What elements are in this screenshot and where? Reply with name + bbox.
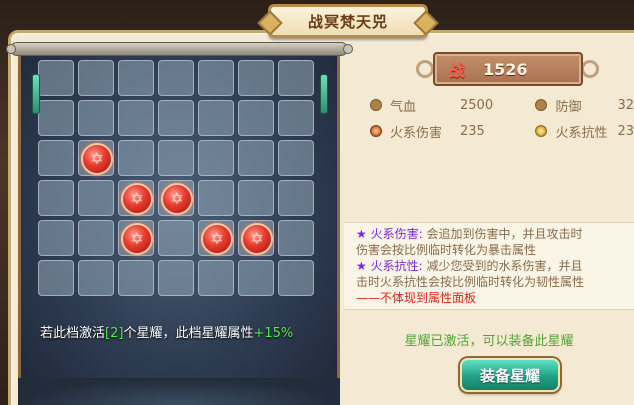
- star-slot[interactable]: [198, 100, 234, 136]
- star-slot[interactable]: [38, 180, 74, 216]
- star-slot[interactable]: [38, 140, 74, 176]
- star-slot[interactable]: ✡: [78, 140, 114, 176]
- cloud-base: [18, 378, 340, 405]
- stat-value: 32: [617, 97, 634, 113]
- desc-line: ★ 火系伤害: 会追加到伤害中，并且攻击时: [356, 226, 634, 242]
- desc-line: 伤害会按比例临时转化为暴击属性: [356, 243, 537, 257]
- power-value: 1526: [483, 59, 528, 79]
- activation-status: 星耀已激活，可以装备此星耀: [404, 334, 574, 349]
- activation-caption: 若此档激活[2]个星耀，此档星耀属性+15%: [40, 322, 330, 341]
- star-slot[interactable]: [78, 100, 114, 136]
- star-slot[interactable]: [238, 100, 274, 136]
- star-slot[interactable]: [78, 180, 114, 216]
- star-slot[interactable]: [118, 100, 154, 136]
- rod-cap-right: [343, 44, 353, 54]
- star-slot[interactable]: ✡: [118, 220, 154, 256]
- shield-icon: [535, 99, 548, 111]
- stat-row: 气血 2500 防御 32: [370, 92, 634, 118]
- star-slot[interactable]: [198, 60, 234, 96]
- star-slot[interactable]: [198, 180, 234, 216]
- plate-ornament-left: [416, 60, 434, 78]
- star-slot[interactable]: [278, 140, 314, 176]
- plate-ornament-right: [581, 60, 599, 78]
- star-slot[interactable]: [118, 260, 154, 296]
- stat-label: 防御: [555, 99, 582, 115]
- jade-ornament-left: [32, 74, 40, 114]
- star-slot[interactable]: [118, 60, 154, 96]
- stat-value: 23: [617, 123, 634, 139]
- caption-bonus: +15%: [253, 326, 294, 341]
- caption-count: [2]: [105, 326, 124, 341]
- star-grid: ✡ ✡ ✡ ✡ ✡ ✡: [38, 60, 314, 296]
- power-label: 战: [449, 61, 466, 80]
- desc-line: ★ 火系抗性: 减少您受到的水系伤害，并且: [356, 258, 634, 274]
- fire-resist-icon: [535, 125, 548, 137]
- star-slot[interactable]: [118, 140, 154, 176]
- star-gem-icon: ✡: [81, 143, 113, 175]
- star-slot[interactable]: [278, 100, 314, 136]
- fire-icon: [370, 125, 382, 137]
- caption-middle: 个星耀，此档星耀属性: [123, 326, 254, 341]
- star-slot[interactable]: [278, 260, 314, 296]
- stat-row: 火系伤害 235 火系抗性 23: [370, 118, 634, 144]
- star-slot[interactable]: ✡: [198, 220, 234, 256]
- stats-block: 气血 2500 防御 32 火系伤害 235 火系抗性 23: [370, 92, 634, 144]
- star-gem-icon: ✡: [121, 183, 153, 215]
- star-slot[interactable]: [278, 220, 314, 256]
- desc-note: ——不体现到属性面板: [356, 291, 477, 305]
- star-slot[interactable]: [238, 140, 274, 176]
- star-slot[interactable]: [158, 220, 194, 256]
- rod-cap-left: [6, 44, 16, 54]
- panel-title: 战冥梵天兕: [307, 12, 388, 31]
- star-slot[interactable]: [158, 260, 194, 296]
- desc-title-fire-resist: ★ 火系抗性:: [356, 259, 423, 273]
- star-slot[interactable]: [78, 260, 114, 296]
- star-slot[interactable]: [158, 140, 194, 176]
- star-slot[interactable]: ✡: [238, 220, 274, 256]
- stat-label: 火系伤害: [390, 125, 443, 141]
- star-slot[interactable]: [158, 60, 194, 96]
- star-slot[interactable]: [278, 180, 314, 216]
- star-slot[interactable]: [238, 260, 274, 296]
- star-gem-icon: ✡: [201, 223, 233, 255]
- attribute-description: ★ 火系伤害: 会追加到伤害中，并且攻击时 伤害会按比例临时转化为暴击属性 ★ …: [344, 222, 634, 310]
- star-gem-icon: ✡: [121, 223, 153, 255]
- stat-hp: 气血 2500: [370, 96, 535, 115]
- star-slot[interactable]: [198, 260, 234, 296]
- stat-defense: 防御 32: [535, 96, 634, 115]
- desc-title-fire-damage: ★ 火系伤害:: [356, 227, 423, 241]
- jade-ornament-right: [320, 74, 328, 114]
- star-slot[interactable]: [78, 220, 114, 256]
- stat-value: 2500: [460, 97, 494, 113]
- stat-fire-damage: 火系伤害 235: [370, 122, 535, 141]
- star-slot[interactable]: [38, 100, 74, 136]
- title-banner: 战冥梵天兕: [268, 4, 428, 38]
- star-gem-icon: ✡: [161, 183, 193, 215]
- star-gem-icon: ✡: [241, 223, 273, 255]
- scroll-rod: [10, 42, 348, 56]
- star-slot[interactable]: [38, 220, 74, 256]
- star-slot[interactable]: [38, 60, 74, 96]
- stat-fire-resist: 火系抗性 23: [535, 122, 634, 141]
- desc-text: 减少您受到的水系伤害，并且: [422, 259, 583, 273]
- equip-star-button[interactable]: 装备星耀: [460, 358, 560, 392]
- stat-label: 气血: [390, 99, 417, 115]
- drop-icon: [370, 99, 382, 111]
- combat-power-plate: 战 1526: [433, 52, 583, 86]
- star-slot[interactable]: [238, 60, 274, 96]
- star-slot[interactable]: [198, 140, 234, 176]
- desc-text: 会追加到伤害中，并且攻击时: [422, 227, 583, 241]
- star-slot[interactable]: [38, 260, 74, 296]
- caption-prefix: 若此档激活: [40, 326, 106, 341]
- star-slot[interactable]: [238, 180, 274, 216]
- stat-value: 235: [460, 123, 485, 139]
- star-slot[interactable]: ✡: [158, 180, 194, 216]
- star-slot[interactable]: ✡: [118, 180, 154, 216]
- star-slot[interactable]: [158, 100, 194, 136]
- equip-button-label: 装备星耀: [479, 366, 540, 385]
- stat-label: 火系抗性: [555, 125, 608, 141]
- desc-line: 击时火系抗性会按比例临时转化为韧性属性: [356, 275, 585, 289]
- star-slot[interactable]: [278, 60, 314, 96]
- star-slot[interactable]: [78, 60, 114, 96]
